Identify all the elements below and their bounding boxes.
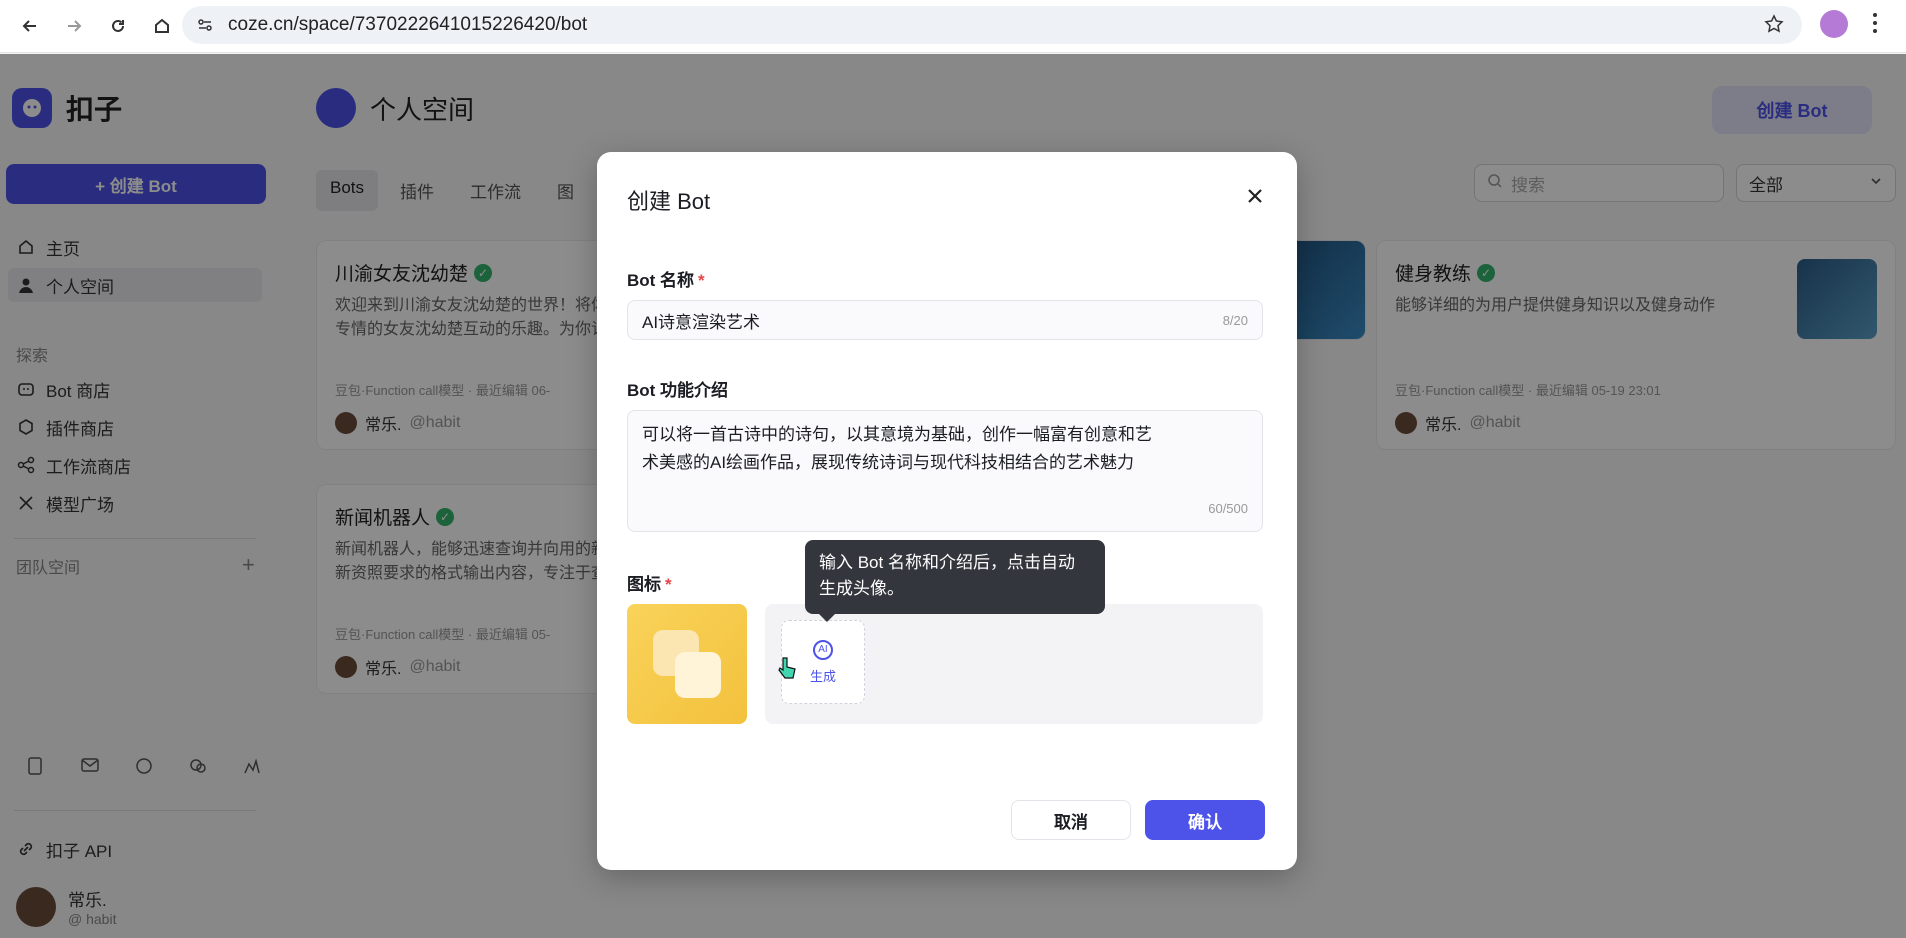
close-icon[interactable] <box>1243 184 1267 208</box>
back-icon[interactable] <box>16 12 44 40</box>
hand-pointer-icon <box>777 656 797 685</box>
bot-description-label: Bot 功能介绍 <box>627 381 729 400</box>
bot-name-label-text: Bot 名称 <box>627 271 695 290</box>
required-mark: * <box>665 575 672 594</box>
bot-name-label: Bot 名称 * <box>627 266 705 291</box>
cancel-button[interactable]: 取消 <box>1011 800 1131 840</box>
description-char-counter: 60/500 <box>1208 501 1248 516</box>
browser-menu-icon[interactable] <box>1872 12 1878 39</box>
bot-description-textarea[interactable]: 可以将一首古诗中的诗句，以其意境为基础，创作一幅富有创意和艺 术美感的AI绘画作… <box>627 410 1263 532</box>
browser-toolbar: coze.cn/space/7370222641015226420/bot <box>0 0 1906 53</box>
icon-label-text: 图标 <box>627 575 661 594</box>
browser-profile-icon[interactable] <box>1820 10 1848 38</box>
url-text: coze.cn/space/7370222641015226420/bot <box>228 14 588 35</box>
name-char-counter: 8/20 <box>1222 312 1248 328</box>
dialog-title: 创建 Bot <box>627 189 711 214</box>
bot-icon-preview[interactable] <box>627 604 747 724</box>
forward-icon[interactable] <box>60 12 88 40</box>
bookmark-star-icon[interactable] <box>1764 14 1784 39</box>
icon-label: 图标 * <box>627 570 672 595</box>
bot-name-input[interactable]: AI诗意渲染艺术 8/20 <box>627 300 1263 340</box>
ai-generate-tooltip: 输入 Bot 名称和介绍后，点击自动生成头像。 <box>805 540 1105 622</box>
create-bot-dialog: 创建 Bot Bot 名称 * AI诗意渲染艺术 8/20 Bot 功能介绍 可以… <box>597 152 1297 870</box>
icon-gallery: AI 生成 <box>765 604 1263 724</box>
ai-icon: AI <box>813 639 833 660</box>
icon-shape <box>675 652 721 698</box>
ai-generate-label: 生成 <box>809 668 836 684</box>
site-settings-icon[interactable] <box>196 16 214 39</box>
reload-icon[interactable] <box>104 12 132 40</box>
description-line: 可以将一首古诗中的诗句，以其意境为基础，创作一幅富有创意和艺 <box>642 425 1152 444</box>
home-browser-icon[interactable] <box>148 12 176 40</box>
description-line: 术美感的AI绘画作品，展现传统诗词与现代科技相结合的艺术魅力 <box>642 453 1135 472</box>
address-bar[interactable]: coze.cn/space/7370222641015226420/bot <box>182 6 1802 44</box>
bot-name-value: AI诗意渲染艺术 <box>642 312 761 332</box>
confirm-button[interactable]: 确认 <box>1145 800 1265 840</box>
required-mark: * <box>698 271 705 290</box>
